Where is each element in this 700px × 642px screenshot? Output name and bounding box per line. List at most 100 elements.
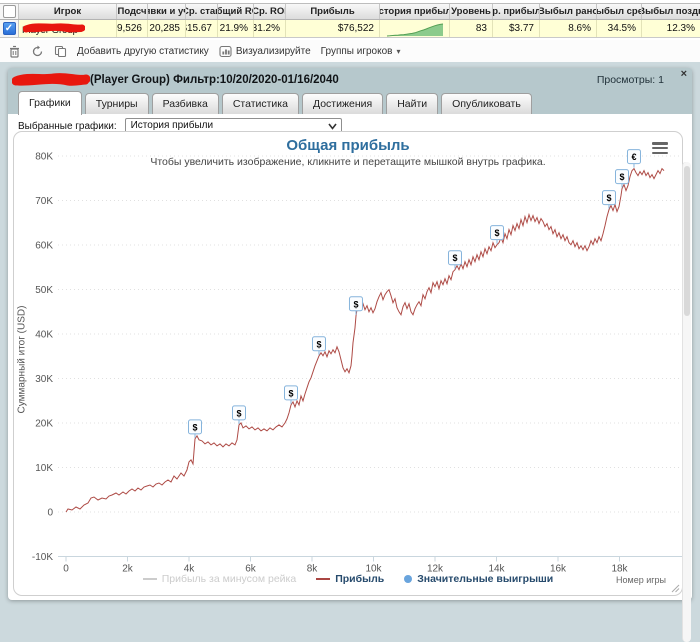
close-icon[interactable]: × [681,69,687,80]
add-stat-label: Добавить другую статистику [77,45,209,57]
col-header-profit[interactable]: Прибыль [286,4,380,19]
graph-select-label: Выбранные графики: [18,120,117,132]
legend-label: Прибыль за минусом рейка [161,573,297,585]
delete-button[interactable] [8,45,21,58]
svg-text:60K: 60K [35,241,53,252]
col-header-profit-history[interactable]: История прибыли [380,4,450,19]
col-header-level[interactable]: Уровень [450,4,493,19]
col-header-counted[interactable]: Подсч [117,4,148,19]
chevron-down-icon: ▾ [396,46,401,56]
player-name-cell[interactable]: Player Group [19,20,117,37]
col-header-out-early[interactable]: Выбыл рано [540,4,597,19]
svg-text:$: $ [452,253,457,263]
legend-line-swatch [142,578,157,580]
col-header-out-mid[interactable]: Выбыл сред [597,4,642,19]
popup-scrollbar-thumb[interactable] [684,166,690,316]
resize-handle-icon[interactable] [671,584,680,593]
cell-level: 83 [450,20,493,37]
svg-text:30K: 30K [35,374,53,385]
views-counter: Просмотры: 1 [596,74,664,86]
svg-text:$: $ [192,422,197,432]
popup-scrollbar[interactable] [682,162,691,642]
popup-content: Выбранные графики: История прибыли Общая… [8,114,692,642]
legend-label: Значительные выигрыши [417,573,554,585]
popup-titlebar: (Player Group) Фильтр:10/20/2020-01/16/2… [8,68,692,92]
refresh-button[interactable] [31,45,44,58]
row-checkbox[interactable]: ✓ [2,22,16,35]
col-header-avg-stake[interactable]: Ср. став [186,4,218,19]
player-details-popup: (Player Group) Фильтр:10/20/2020-01/16/2… [8,68,692,642]
cell-avg-roi: 31.2% [254,20,286,37]
x-axis-title: Номер игры [616,575,666,585]
profit-chart-container[interactable]: Общая прибыль Чтобы увеличить изображени… [13,131,683,596]
refresh-icon [32,45,43,56]
svg-text:$: $ [236,408,241,418]
tab-tournaments[interactable]: Турниры [84,93,149,115]
cell-out-early: 8.6% [540,20,597,37]
svg-text:-10K: -10K [32,552,53,563]
tab-find[interactable]: Найти [386,93,439,115]
tab-achievements[interactable]: Достижения [301,93,384,115]
profit-history-sparkline [386,23,444,37]
graph-select-value: История прибыли [130,120,214,131]
table-header-row: Игрок Подсч Заявки и учас Ср. став Общий… [0,3,700,20]
cell-profit-history [380,20,450,37]
tab-publish[interactable]: Опубликовать [441,93,532,115]
cell-total-roi: 21.9% [218,20,254,37]
tab-statistics[interactable]: Статистика [221,93,299,115]
col-header-out-late[interactable]: Выбыл поздн [642,4,700,19]
player-groups-label: Группы игроков [320,45,393,57]
cell-out-mid: 34.5% [597,20,642,37]
tab-graphs[interactable]: Графики [18,91,82,115]
cell-avg-stake: $15.67 [186,20,218,37]
legend-dot-swatch [404,575,413,583]
visualize-button[interactable]: Визуализируйте [219,45,311,58]
player-groups-menu[interactable]: Группы игроков ▾ [321,46,401,57]
trash-icon [10,45,19,58]
copy-icon [54,45,67,57]
player-stats-table: Игрок Подсч Заявки и учас Ср. став Общий… [0,0,700,62]
legend-item-profit-minus-rake[interactable]: Прибыль за минусом рейка [142,573,297,585]
svg-text:$: $ [606,193,611,203]
cell-out-late: 12.3% [666,23,695,34]
svg-text:$: $ [619,172,624,182]
col-header-entries[interactable]: Заявки и учас [148,4,186,19]
table-row[interactable]: ✓ Player Group 19,526 20,285 $15.67 21.9… [0,20,700,38]
chart-legend: Прибыль за минусом рейка Прибыль Значите… [14,573,682,585]
copy-button[interactable] [54,45,67,58]
svg-text:50K: 50K [35,285,53,296]
popup-tabs: Графики Турниры Разбивка Статистика Дост… [18,91,532,115]
svg-text:$: $ [316,339,321,349]
cell-entries: 20,285 [148,20,186,37]
col-header-avg-profit[interactable]: Ср. прибыль [493,4,540,19]
redacted-popup-player-name-scribble [12,73,90,86]
visualize-label: Визуализируйте [235,45,311,57]
svg-text:$: $ [288,388,293,398]
svg-text:€: € [631,152,636,162]
table-toolbar: Добавить другую статистику Визуализируйт… [0,40,700,62]
col-header-player[interactable]: Игрок [19,4,117,19]
row-checkbox-cell: ✓ [0,20,19,37]
svg-text:$: $ [494,228,499,238]
cell-counted: 19,526 [117,20,148,37]
cell-avg-profit: $3.77 [493,20,540,37]
visualize-icon [219,45,232,57]
svg-text:10K: 10K [35,463,53,474]
cell-profit: $76,522 [286,20,380,37]
screen: { "table": { "headers": ["Игрок","Подсч"… [0,0,700,642]
legend-item-significant-wins[interactable]: Значительные выигрыши [404,573,553,585]
player-group-label: Player Group [22,25,78,36]
col-header-total-roi[interactable]: Общий ROI [218,4,254,19]
svg-text:80K: 80K [35,152,53,163]
popup-title: (Player Group) Фильтр:10/20/2020-01/16/2… [90,74,339,86]
legend-item-profit[interactable]: Прибыль [316,573,384,585]
select-chevron-icon [327,123,337,130]
legend-label: Прибыль [335,573,385,585]
select-all-checkbox[interactable] [2,5,16,18]
profit-line-chart[interactable]: 80K70K60K50K40K30K20K10K0-10K0 2k 4k 6k 8k 10… [14,132,682,595]
add-stat-button[interactable]: Добавить другую статистику [77,46,209,57]
col-header-avg-roi[interactable]: Ср. ROI [254,4,286,19]
tab-breakdown[interactable]: Разбивка [151,93,219,115]
legend-line-swatch [316,578,331,580]
svg-text:40K: 40K [35,330,53,341]
